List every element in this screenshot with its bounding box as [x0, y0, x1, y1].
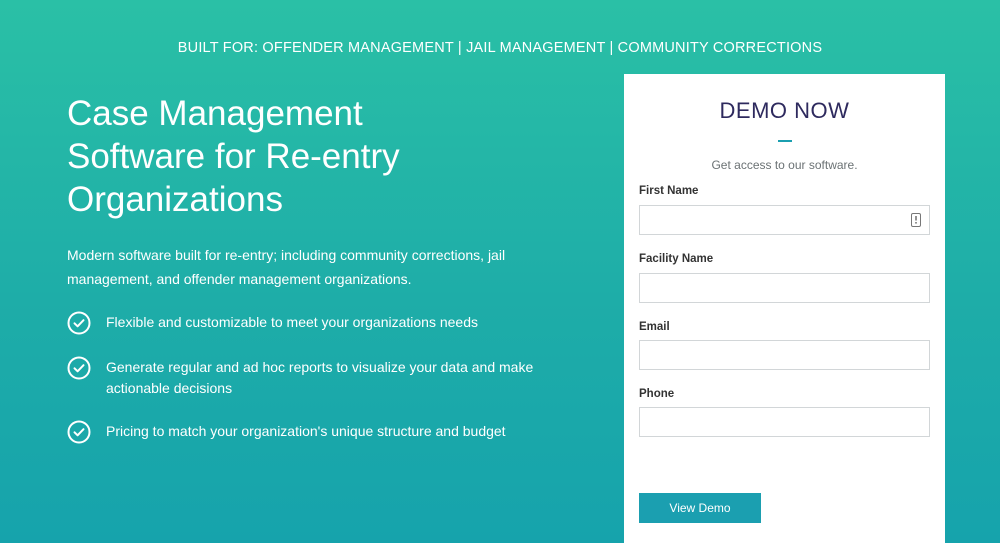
phone-label: Phone [639, 388, 675, 400]
feature-item: Generate regular and ad hoc reports to v… [67, 356, 587, 399]
keyboard-autofill-icon[interactable] [911, 213, 921, 227]
feature-text: Flexible and customizable to meet your o… [106, 314, 478, 330]
feature-item: Flexible and customizable to meet your o… [67, 311, 587, 335]
hero-title: Case Management Software for Re-entry Or… [67, 94, 400, 219]
built-for-tagline: BUILT FOR: OFFENDER MANAGEMENT | JAIL MA… [177, 40, 823, 56]
facility-name-input[interactable] [646, 275, 900, 303]
view-demo-button[interactable]: View Demo [639, 493, 761, 523]
feature-text: Generate regular and ad hoc reports to v… [106, 359, 534, 396]
feature-list: Flexible and customizable to meet your o… [67, 311, 587, 444]
facility-name-label: Facility Name [639, 253, 714, 265]
form-title: DEMO NOW [719, 98, 850, 123]
check-circle-icon [67, 420, 91, 444]
check-circle-icon [67, 311, 91, 335]
demo-form-card: DEMO NOW Get access to our software. Fir… [624, 74, 945, 543]
form-subtitle: Get access to our software. [711, 158, 858, 172]
first-name-group: First Name [639, 185, 930, 235]
email-box[interactable] [639, 340, 930, 370]
title-divider [777, 140, 792, 142]
email-group: Email [639, 321, 930, 370]
hero-lead: Modern software built for re-entry; incl… [67, 247, 506, 287]
first-name-box[interactable] [639, 205, 930, 235]
facility-name-box[interactable] [639, 273, 930, 303]
phone-box[interactable] [639, 407, 930, 437]
email-input[interactable] [646, 342, 900, 370]
phone-input[interactable] [646, 409, 900, 437]
email-label: Email [639, 321, 670, 333]
first-name-input[interactable] [646, 207, 900, 235]
feature-text: Pricing to match your organization's uni… [106, 423, 506, 439]
hero-section: Case Management Software for Re-entry Or… [67, 92, 587, 465]
check-circle-icon [67, 356, 91, 380]
phone-group: Phone [639, 388, 930, 437]
feature-item: Pricing to match your organization's uni… [67, 420, 587, 444]
facility-name-group: Facility Name [639, 253, 930, 303]
first-name-label: First Name [639, 185, 699, 197]
